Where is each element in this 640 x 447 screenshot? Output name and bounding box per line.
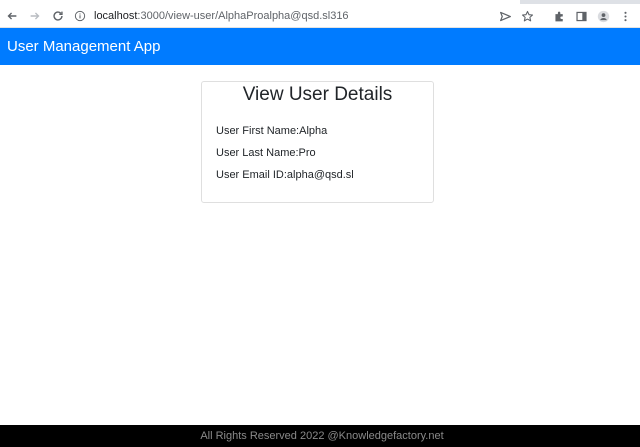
reload-button[interactable] [47,5,69,27]
side-panel-button[interactable] [570,5,592,27]
browser-menu-button[interactable] [614,5,636,27]
menu-icon [623,11,627,21]
url-path: :3000/view-user/AlphaProalpha@qsd.sl316 [137,10,349,22]
first-name-value: Alpha [299,125,328,137]
last-name-row: User Last Name:Pro [216,147,316,159]
browser-toolbar: localhost:3000/view-user/AlphaProalpha@q… [0,4,640,28]
last-name-value: Pro [298,147,316,159]
star-icon [521,10,533,21]
back-icon [7,11,17,20]
last-name-label: User Last Name: [216,147,299,159]
back-button[interactable] [1,5,23,27]
profile-button[interactable] [592,5,614,27]
app-brand[interactable]: User Management App [7,38,160,55]
user-details-card: View User Details User First Name:Alpha … [201,81,434,203]
footer: All Rights Reserved 2022 @Knowledgefacto… [0,425,640,447]
forward-button[interactable] [24,5,46,27]
first-name-label: User First Name: [216,125,300,137]
extensions-icon [554,11,563,21]
email-value: alpha@qsd.sl [286,169,354,181]
profile-icon [597,10,609,22]
forward-icon [30,11,40,20]
url-host: localhost [94,10,138,22]
bookmark-button[interactable] [516,5,538,27]
email-row: User Email ID:alpha@qsd.sl [216,169,354,181]
url-text[interactable]: localhost:3000/view-user/AlphaProalpha@q… [94,10,349,22]
send-button[interactable] [494,5,516,27]
info-icon [74,10,86,22]
send-icon [499,11,511,21]
email-label: User Email ID: [216,169,287,181]
sidebar-icon [575,11,587,21]
app-navbar: User Management App [0,28,640,65]
first-name-row: User First Name:Alpha [216,125,327,137]
address-bar[interactable]: localhost:3000/view-user/AlphaProalpha@q… [68,5,548,27]
footer-text: All Rights Reserved 2022 @Knowledgefacto… [200,430,444,442]
extensions-button[interactable] [548,5,570,27]
card-title: View User Details [242,84,393,105]
toolbar-actions [494,5,636,27]
site-info-button[interactable] [72,8,88,24]
reload-icon [53,10,63,21]
